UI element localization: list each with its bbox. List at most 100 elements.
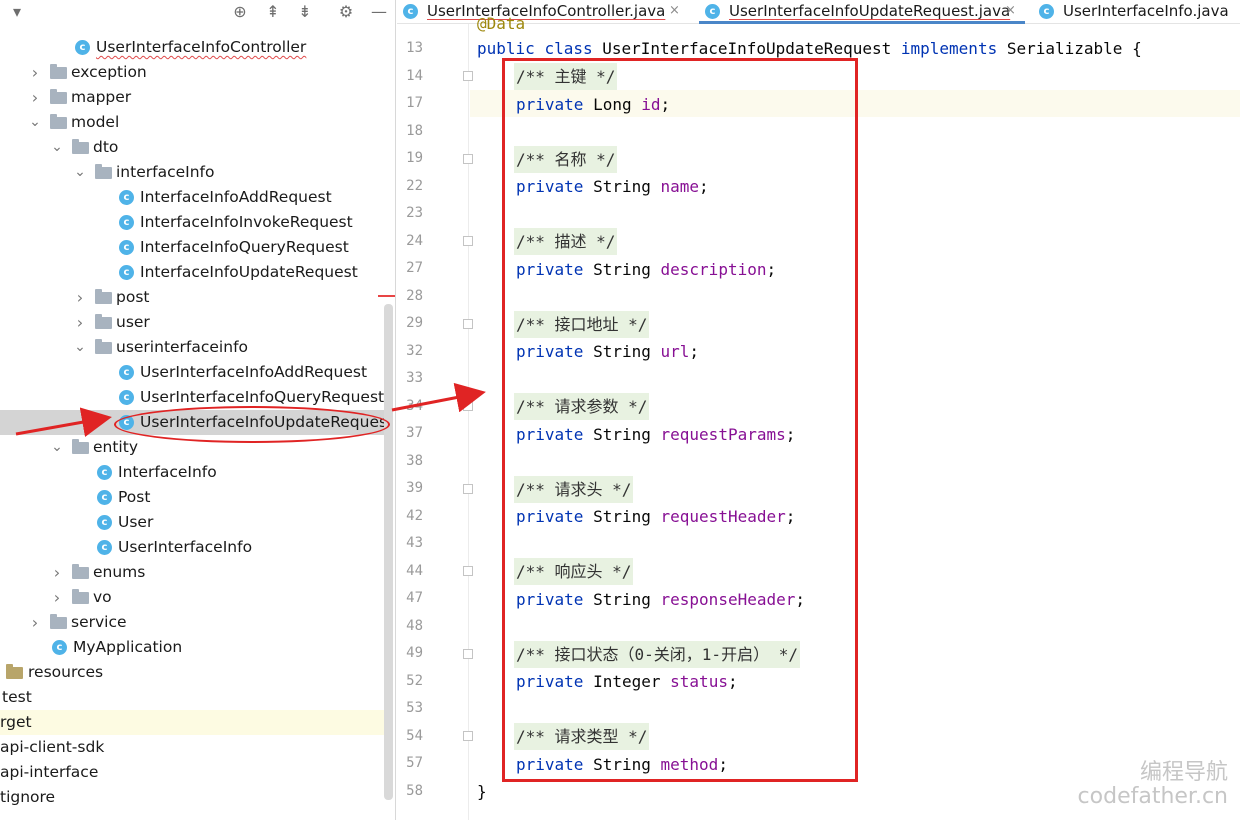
close-icon[interactable]: × [669, 0, 680, 22]
class-icon: c [705, 4, 720, 19]
tree-item[interactable]: api-client-sdk [0, 735, 384, 760]
chevron-down-icon[interactable]: ⌄ [73, 160, 87, 185]
tree-item[interactable]: ⌄ model [0, 110, 384, 135]
kw-implements: implements [900, 39, 998, 58]
class-icon: c [75, 40, 90, 55]
tree-item[interactable]: ⌄ entity [0, 435, 384, 460]
locate-icon[interactable]: ⊕ [229, 1, 251, 23]
tree-item-label: InterfaceInfoAddRequest [140, 188, 332, 206]
chevron-right-icon[interactable]: › [28, 85, 42, 110]
tree-item[interactable]: c Post [0, 485, 384, 510]
close-icon[interactable]: × [1005, 0, 1016, 22]
expand-all-icon[interactable]: ⇞ [262, 1, 284, 23]
field-name: requestHeader [660, 507, 786, 526]
folder-icon [50, 114, 67, 129]
tree-item[interactable]: › service [0, 610, 384, 635]
tree-item[interactable]: c User [0, 510, 384, 535]
tree-item[interactable]: rget [0, 710, 384, 735]
field-declaration: private String responseHeader; [516, 589, 806, 609]
tree-item-label: MyApplication [73, 638, 183, 656]
chevron-down-icon[interactable]: ⌄ [73, 335, 87, 360]
line-number: 44 [406, 562, 423, 579]
project-tree: c UserInterfaceInfoController › exception › m… [0, 0, 393, 820]
line-number: 57 [406, 755, 423, 771]
tab-entity[interactable]: c UserInterfaceInfo.java [1033, 0, 1240, 24]
line-number: 34 [406, 397, 423, 414]
spring-app-icon: c [52, 640, 67, 655]
tree-item-label: test [2, 688, 32, 706]
chevron-right-icon[interactable]: › [28, 60, 42, 85]
tab-update-request[interactable]: c UserInterfaceInfoUpdateRequest.java × [699, 0, 1025, 24]
fold-icon[interactable] [463, 236, 473, 246]
code-editor[interactable]: 13 14 17 18 19 22 23 24 27 28 29 32 33 34 37 38 39 42 43 44… [397, 14, 1240, 820]
chevron-down-icon[interactable]: ⌄ [50, 135, 64, 160]
kw-private: private [516, 424, 584, 444]
tree-item[interactable]: tignore [0, 785, 384, 810]
project-scrollbar[interactable] [384, 304, 393, 800]
line-number: 13 [406, 40, 423, 56]
tree-item-label: vo [93, 588, 112, 606]
fold-icon[interactable] [463, 566, 473, 576]
tree-item[interactable]: c MyApplication [0, 635, 384, 660]
folder-icon [50, 64, 67, 79]
collapse-all-icon[interactable]: ⇟ [294, 1, 316, 23]
line-number: 27 [406, 260, 423, 276]
tree-item[interactable]: c UserInterfaceInfoController [0, 35, 384, 60]
field-type: String [593, 754, 651, 774]
fold-icon[interactable] [463, 401, 473, 411]
fold-icon[interactable] [463, 153, 473, 164]
fold-icon[interactable] [463, 71, 473, 81]
tree-item[interactable]: test [0, 685, 384, 710]
line-number: 14 [406, 67, 423, 84]
class-icon: c [97, 515, 112, 530]
tree-item[interactable]: resources [0, 660, 384, 685]
chevron-right-icon[interactable]: › [73, 285, 87, 310]
chevron-down-icon[interactable]: ▾ [6, 1, 28, 23]
class-icon: c [119, 240, 134, 255]
tree-item[interactable]: c InterfaceInfoInvokeRequest [0, 210, 384, 235]
kw-private: private [516, 754, 584, 774]
tree-item[interactable]: › vo [0, 585, 384, 610]
chevron-right-icon[interactable]: › [28, 610, 42, 635]
field-declaration: private String url; [516, 342, 700, 361]
chevron-right-icon[interactable]: › [73, 310, 87, 335]
tree-item[interactable]: c UserInterfaceInfoAddRequest [0, 360, 384, 385]
tree-item[interactable]: › enums [0, 560, 384, 585]
line-number: 32 [406, 342, 423, 359]
tree-item[interactable]: c InterfaceInfoAddRequest [0, 185, 384, 210]
tree-item[interactable]: › post [0, 285, 384, 310]
tab-controller[interactable]: c UserInterfaceInfoController.java × [397, 0, 689, 24]
minimize-icon[interactable]: — [368, 1, 390, 23]
chevron-right-icon[interactable]: › [50, 585, 64, 610]
line-number: 28 [406, 287, 423, 304]
tree-item[interactable]: ⌄ interfaceInfo [0, 160, 384, 185]
tree-item[interactable]: ⌄ dto [0, 135, 384, 160]
tree-item[interactable]: c UserInterfaceInfoUpdateRequest [0, 410, 393, 435]
fold-icon[interactable] [463, 318, 473, 329]
tree-item[interactable]: › exception [0, 60, 384, 85]
fold-icon[interactable] [463, 648, 473, 659]
kw-public: public [477, 39, 535, 58]
fold-icon[interactable] [463, 483, 473, 494]
class-icon: c [403, 4, 418, 19]
field-comment: /** 主键 */ [514, 63, 618, 90]
class-icon: c [119, 365, 134, 380]
chevron-right-icon[interactable]: › [50, 560, 64, 585]
chevron-down-icon[interactable]: ⌄ [50, 435, 64, 460]
tree-item[interactable]: c UserInterfaceInfo [0, 535, 384, 560]
fold-icon[interactable] [463, 731, 473, 741]
tree-item[interactable]: › mapper [0, 85, 384, 110]
tree-item[interactable]: c InterfaceInfo [0, 460, 384, 485]
tree-item[interactable]: c InterfaceInfoUpdateRequest [0, 260, 384, 285]
gear-icon[interactable]: ⚙ [335, 1, 357, 23]
chevron-down-icon[interactable]: ⌄ [28, 110, 42, 135]
tree-item[interactable]: c InterfaceInfoQueryRequest [0, 235, 384, 260]
closing-brace: } [477, 782, 487, 801]
tree-item-label: interfaceInfo [116, 163, 215, 181]
tree-item-label: exception [71, 63, 147, 81]
tree-item[interactable]: c UserInterfaceInfoQueryRequest [0, 385, 384, 410]
tree-item[interactable]: › user [0, 310, 384, 335]
tree-item[interactable]: ⌄ userinterfaceinfo [0, 335, 384, 360]
class-icon: c [119, 215, 134, 230]
tree-item[interactable]: api-interface [0, 760, 384, 785]
